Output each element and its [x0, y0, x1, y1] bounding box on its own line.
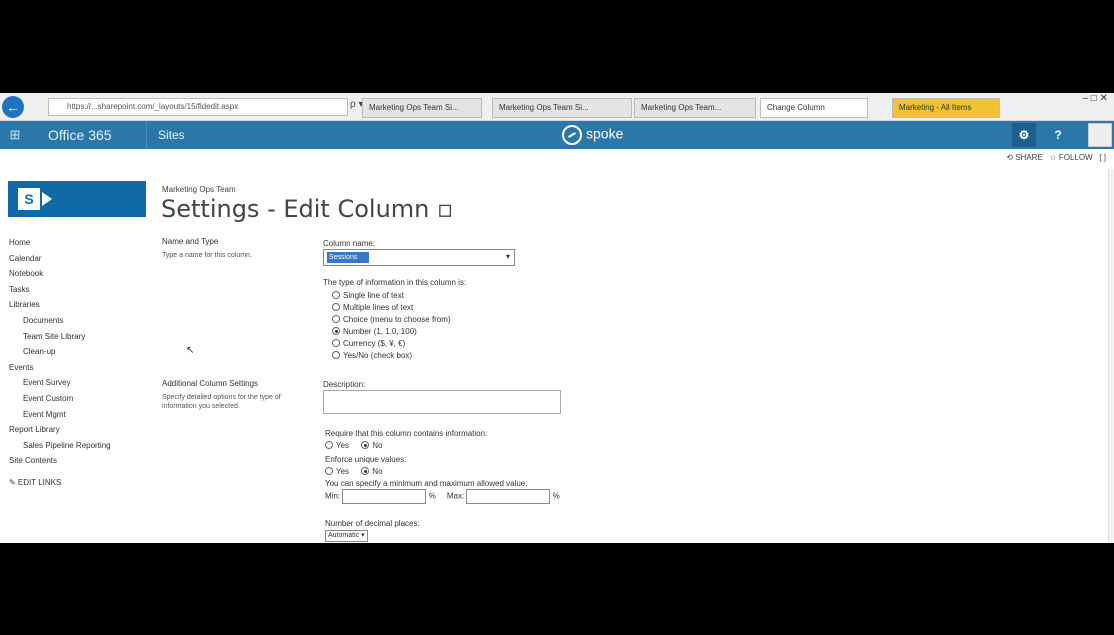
enforce-no[interactable]: No: [361, 467, 383, 476]
decimals-select[interactable]: Automatic ▾: [325, 530, 368, 542]
nav-item-calendar[interactable]: Calendar: [9, 251, 159, 267]
nav-item-events[interactable]: Events: [9, 360, 159, 376]
brand-name: spoke: [586, 125, 624, 142]
browser-tab[interactable]: Marketing - All Items: [892, 98, 1000, 118]
section-title-additional: Additional Column Settings: [162, 379, 259, 388]
radio-button[interactable]: [332, 303, 340, 311]
follow-button[interactable]: ☆ FOLLOW: [1049, 153, 1092, 162]
chevron-down-icon: ▾: [505, 252, 510, 261]
suite-divider: [146, 121, 147, 149]
brand-logo: spoke: [562, 125, 623, 145]
description-textarea[interactable]: [323, 390, 561, 414]
nav-item-documents[interactable]: Documents: [9, 313, 159, 329]
window-controls[interactable]: – □ ✕: [1082, 93, 1108, 104]
nav-item-event-custom[interactable]: Event Custom: [9, 391, 159, 407]
section-desc-additional: Specify detailed options for the type of…: [162, 394, 281, 410]
nav-item-event-survey[interactable]: Event Survey: [9, 375, 159, 391]
suite-bar: ⊞ Office 365 Sites spoke ⚙ ?: [0, 121, 1114, 149]
nav-item-sales-pipeline[interactable]: Sales Pipeline Reporting: [9, 438, 159, 454]
description-label: Description:: [323, 380, 366, 389]
radio-button[interactable]: [332, 291, 340, 299]
nav-item-notebook[interactable]: Notebook: [9, 266, 159, 282]
section-title-name-type: Name and Type: [162, 237, 219, 246]
nav-item-home[interactable]: Home: [9, 235, 159, 251]
browser-tab[interactable]: Marketing Ops Team Si...: [362, 98, 482, 118]
min-percent: %: [428, 491, 436, 501]
share-button[interactable]: ⟲ SHARE: [1006, 153, 1043, 162]
type-option-yes-no[interactable]: Yes/No (check box): [332, 350, 412, 361]
mouse-cursor-icon: ↖: [186, 345, 195, 356]
focus-content-icon[interactable]: [ ]: [1099, 153, 1106, 162]
type-option-multiple-lines[interactable]: Multiple lines of text: [332, 302, 413, 313]
nav-item-event-mgmt[interactable]: Event Mgmt: [9, 407, 159, 423]
require-options: Yes No: [325, 441, 393, 450]
max-label: Max:: [446, 491, 465, 501]
max-percent: %: [552, 491, 560, 501]
column-type-label: The type of information in this column i…: [323, 278, 467, 287]
enforce-yes[interactable]: Yes: [325, 467, 349, 476]
radio-button[interactable]: [332, 315, 340, 323]
sharepoint-s-icon: S: [18, 188, 40, 210]
radio-button[interactable]: [325, 441, 333, 449]
require-no[interactable]: No: [361, 441, 383, 450]
column-name-label: Column name:: [323, 239, 376, 248]
back-button[interactable]: ←: [2, 96, 24, 118]
nav-item-tasks[interactable]: Tasks: [9, 282, 159, 298]
app-launcher-icon[interactable]: ⊞: [6, 126, 24, 144]
left-navigation: Home Calendar Notebook Tasks Libraries D…: [9, 235, 159, 491]
column-name-input[interactable]: Sessions ▾: [323, 249, 515, 266]
browser-tab-active[interactable]: Change Column: [760, 98, 868, 118]
column-name-value: Sessions: [327, 252, 369, 263]
radio-button[interactable]: [332, 339, 340, 347]
avatar[interactable]: [1088, 123, 1112, 147]
radio-button-selected[interactable]: [361, 441, 370, 449]
nav-item-report-library[interactable]: Report Library: [9, 422, 159, 438]
type-option-currency[interactable]: Currency ($, ¥, €): [332, 338, 405, 349]
min-label: Min:: [325, 491, 341, 501]
radio-button[interactable]: [325, 467, 333, 475]
page-title: Settings - Edit Column ▫: [161, 195, 454, 223]
type-option-single-line[interactable]: Single line of text: [332, 290, 404, 301]
minmax-label: You can specify a minimum and maximum al…: [325, 479, 528, 488]
require-yes[interactable]: Yes: [325, 441, 349, 450]
edit-links-button[interactable]: ✎ EDIT LINKS: [9, 475, 159, 491]
min-input[interactable]: [342, 489, 427, 504]
type-option-choice[interactable]: Choice (menu to choose from): [332, 314, 451, 325]
breadcrumb[interactable]: Marketing Ops Team: [162, 185, 236, 194]
nav-item-libraries[interactable]: Libraries: [9, 297, 159, 313]
nav-item-clean-up[interactable]: Clean-up: [9, 344, 159, 360]
radio-button-selected[interactable]: [361, 467, 370, 475]
enforce-options: Yes No: [325, 467, 393, 476]
minmax-row: Min: % Max: %: [325, 489, 560, 504]
office365-link[interactable]: Office 365: [48, 127, 112, 143]
help-icon[interactable]: ?: [1046, 123, 1070, 147]
browser-toolbar: ← https://...sharepoint.com/_layouts/15/…: [0, 93, 1114, 121]
sharepoint-arrow-icon: [42, 192, 52, 206]
nav-item-team-site-library[interactable]: Team Site Library: [9, 329, 159, 345]
radio-button-selected[interactable]: [332, 327, 340, 335]
settings-gear-icon[interactable]: ⚙: [1012, 123, 1036, 147]
radio-button[interactable]: [332, 351, 340, 359]
browser-tab[interactable]: Marketing Ops Team...: [634, 98, 756, 118]
require-label: Require that this column contains inform…: [325, 429, 488, 438]
max-input[interactable]: [466, 489, 551, 504]
sites-link[interactable]: Sites: [158, 128, 185, 142]
type-option-number[interactable]: Number (1, 1.0, 100): [332, 326, 417, 337]
ribbon-actions: ⟲ SHARE ☆ FOLLOW [ ]: [1006, 153, 1106, 162]
spoke-logo-icon: [562, 125, 582, 145]
section-desc-name-type: Type a name for this column.: [162, 252, 252, 259]
decimals-label: Number of decimal places:: [325, 519, 420, 528]
address-bar[interactable]: https://...sharepoint.com/_layouts/15/fl…: [48, 98, 348, 116]
browser-tab[interactable]: Marketing Ops Team Si...: [492, 98, 632, 118]
ribbon: ⟲ SHARE ☆ FOLLOW [ ]: [0, 149, 1114, 169]
site-logo[interactable]: S: [8, 181, 146, 217]
enforce-unique-label: Enforce unique values:: [325, 455, 407, 464]
page-scrollbar[interactable]: [1108, 169, 1114, 543]
nav-item-site-contents[interactable]: Site Contents: [9, 453, 159, 469]
browser-window: ← https://...sharepoint.com/_layouts/15/…: [0, 93, 1114, 543]
